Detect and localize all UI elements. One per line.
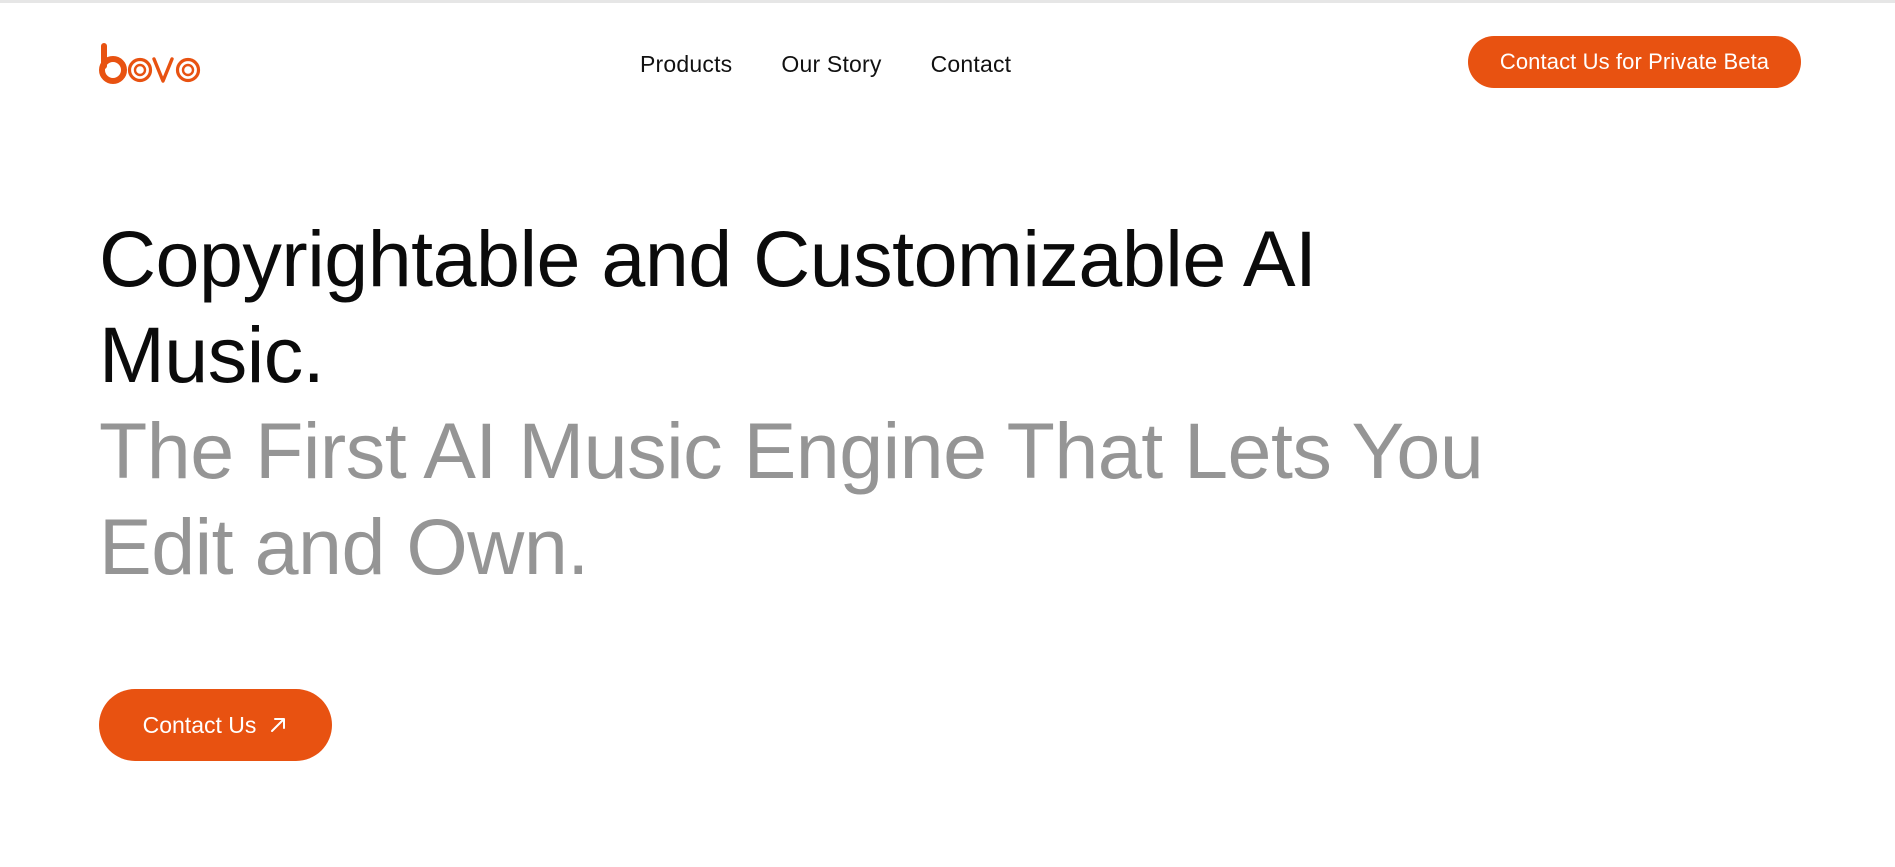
hero-headline-line-1: Copyrightable and Customizable AI — [99, 214, 1317, 303]
contact-us-button[interactable]: Contact Us — [99, 689, 332, 761]
page: Products Our Story Contact Contact Us fo… — [0, 0, 1895, 867]
contact-private-beta-button[interactable]: Contact Us for Private Beta — [1468, 36, 1801, 88]
hero-section: Copyrightable and Customizable AI Music.… — [99, 211, 1699, 595]
hero-subheadline: The First AI Music Engine That Lets You … — [99, 403, 1699, 595]
main-nav: Products Our Story Contact — [640, 47, 1011, 81]
nav-products[interactable]: Products — [640, 51, 732, 78]
bovo-logo — [99, 43, 201, 84]
arrow-up-right-icon — [271, 718, 286, 732]
hero-headline-line-2: Music. — [99, 310, 325, 399]
nav-contact[interactable]: Contact — [931, 51, 1012, 78]
nav-our-story[interactable]: Our Story — [781, 51, 881, 78]
hero-subheadline-line-1: The First AI Music Engine That Lets You — [99, 406, 1484, 495]
hero-headline: Copyrightable and Customizable AI Music. — [99, 211, 1699, 403]
hero-subheadline-line-2: Edit and Own. — [99, 502, 589, 591]
contact-us-label: Contact Us — [142, 711, 257, 738]
